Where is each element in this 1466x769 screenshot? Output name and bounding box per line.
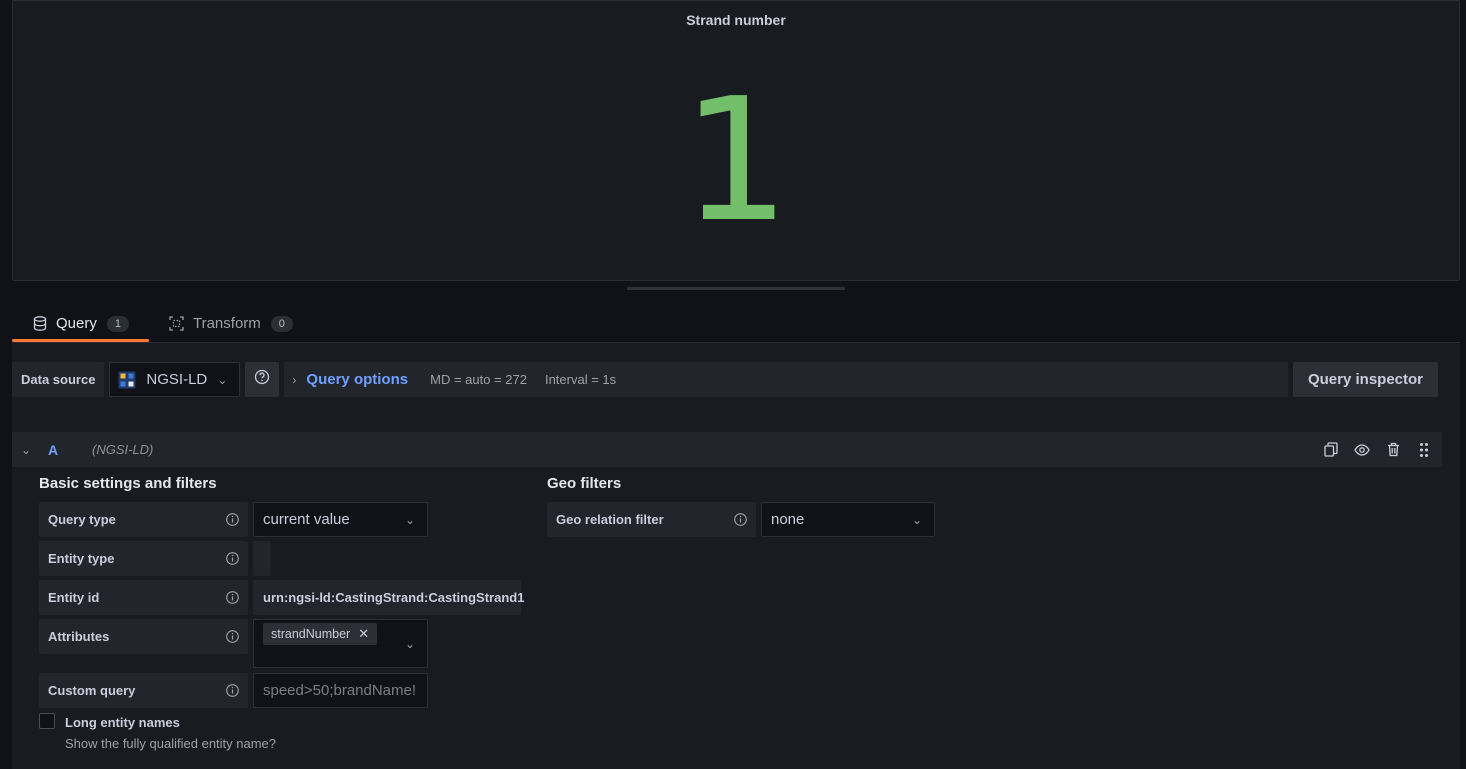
info-icon[interactable] (226, 630, 239, 643)
custom-query-placeholder: speed>50;brandName! (263, 682, 417, 699)
chevron-right-icon: › (292, 372, 297, 387)
entity-id-label-text: Entity id (48, 590, 100, 605)
attributes-row: Attributes strandNumber ✕ ⌄ (39, 619, 428, 668)
geo-filters-title: Geo filters (547, 475, 622, 492)
tab-query-label: Query (56, 315, 97, 332)
geo-relation-select[interactable]: none ⌄ (761, 502, 935, 537)
query-type-select[interactable]: current value ⌄ (253, 502, 428, 537)
query-options-toggle[interactable]: › Query options MD = auto = 272 Interval… (284, 362, 1288, 397)
chevron-down-icon: ⌄ (911, 512, 922, 527)
info-icon[interactable] (226, 591, 239, 604)
tab-transform[interactable]: Transform 0 (149, 305, 313, 342)
collapse-chevron-icon[interactable]: ⌄ (12, 443, 40, 457)
attributes-label: Attributes (39, 619, 248, 654)
max-data-points: MD = auto = 272 (430, 372, 527, 387)
query-datasource-name: (NGSI-LD) (92, 442, 154, 457)
long-entity-names-checkbox[interactable] (39, 713, 55, 729)
entity-id-input[interactable]: urn:ngsi-ld:CastingStrand:CastingStrand1 (253, 580, 524, 615)
datasource-row: Data source NGSI-LD ⌄ › Query options MD… (12, 362, 1438, 397)
entity-id-row: Entity id urn:ngsi-ld:CastingStrand:Cast… (39, 580, 524, 615)
drag-handle-icon[interactable] (1416, 442, 1432, 458)
tab-query-count: 1 (106, 315, 129, 332)
info-icon[interactable] (734, 513, 747, 526)
query-editor: Data source NGSI-LD ⌄ › Query options MD… (12, 342, 1460, 769)
datasource-label: Data source (12, 362, 105, 397)
tab-transform-count: 0 (270, 315, 293, 332)
entity-type-input[interactable] (253, 541, 271, 576)
stat-value: 1 (681, 62, 791, 260)
geo-relation-label-text: Geo relation filter (556, 512, 664, 527)
question-circle-icon (254, 369, 270, 390)
info-icon[interactable] (226, 552, 239, 565)
chevron-down-icon: ⌄ (404, 512, 415, 527)
query-type-label: Query type (39, 502, 248, 537)
geo-relation-row: Geo relation filter none ⌄ (547, 502, 935, 537)
entity-type-label: Entity type (39, 541, 248, 576)
eye-icon[interactable] (1354, 442, 1370, 458)
transform-icon (169, 316, 185, 332)
long-entity-names-description: Show the fully qualified entity name? (65, 736, 277, 751)
datasource-picker[interactable]: NGSI-LD ⌄ (109, 362, 241, 397)
chevron-down-icon: ⌄ (404, 637, 415, 651)
basic-settings-title: Basic settings and filters (39, 475, 217, 492)
attribute-tag-label: strandNumber (271, 627, 351, 641)
geo-relation-label: Geo relation filter (547, 502, 756, 537)
resize-handle[interactable] (627, 287, 845, 290)
info-icon[interactable] (226, 684, 239, 697)
editor-tabs: Query 1 Transform 0 (12, 305, 313, 342)
query-row-header: ⌄ A (NGSI-LD) (12, 432, 1442, 467)
remove-tag-icon[interactable]: ✕ (358, 626, 369, 642)
entity-type-row: Entity type (39, 541, 271, 576)
query-type-label-text: Query type (48, 512, 116, 527)
attributes-label-text: Attributes (48, 629, 110, 644)
trash-icon[interactable] (1385, 442, 1401, 458)
query-inspector-button[interactable]: Query inspector (1293, 362, 1438, 397)
panel-title[interactable]: Strand number (13, 12, 1459, 28)
entity-id-label: Entity id (39, 580, 248, 615)
chevron-down-icon: ⌄ (217, 372, 228, 387)
entity-type-label-text: Entity type (48, 551, 115, 566)
custom-query-label-text: Custom query (48, 683, 136, 698)
datasource-name: NGSI-LD (146, 371, 208, 388)
query-options-title: Query options (306, 371, 409, 388)
attribute-tag: strandNumber ✕ (263, 623, 378, 645)
tab-query[interactable]: Query 1 (12, 305, 149, 342)
database-icon (32, 316, 48, 332)
interval-value: Interval = 1s (544, 372, 617, 387)
custom-query-row: Custom query speed>50;brandName! (39, 673, 428, 708)
custom-query-label: Custom query (39, 673, 248, 708)
ngsi-ld-logo-icon (118, 371, 136, 389)
duplicate-icon[interactable] (1323, 442, 1339, 458)
panel-preview: Strand number 1 (12, 0, 1460, 281)
geo-relation-value: none (771, 511, 805, 528)
datasource-help-button[interactable] (245, 362, 280, 397)
query-type-row: Query type current value ⌄ (39, 502, 428, 537)
tab-transform-label: Transform (192, 315, 261, 332)
info-icon[interactable] (226, 513, 239, 526)
long-entity-names-label[interactable]: Long entity names (65, 715, 180, 730)
custom-query-input[interactable]: speed>50;brandName! (253, 673, 428, 708)
query-type-value: current value (263, 511, 350, 528)
attributes-multiselect[interactable]: strandNumber ✕ ⌄ (253, 619, 428, 668)
